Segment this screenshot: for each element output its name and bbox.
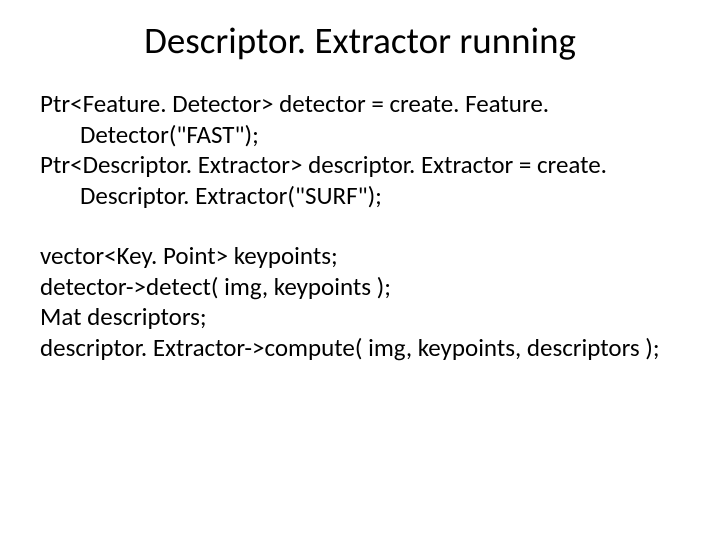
code-line: Mat descriptors; bbox=[40, 302, 680, 333]
code-line: Ptr<Feature. Detector> detector = create… bbox=[40, 89, 680, 150]
slide-title: Descriptor. Extractor running bbox=[40, 18, 680, 63]
code-line: descriptor. Extractor->compute( img, key… bbox=[40, 333, 680, 364]
code-line: vector<Key. Point> keypoints; bbox=[40, 241, 680, 272]
code-line: detector->detect( img, keypoints ); bbox=[40, 272, 680, 303]
code-line: Ptr<Descriptor. Extractor> descriptor. E… bbox=[40, 150, 680, 211]
code-block: Ptr<Feature. Detector> detector = create… bbox=[40, 89, 680, 363]
blank-line bbox=[40, 211, 680, 241]
slide: Descriptor. Extractor running Ptr<Featur… bbox=[0, 0, 720, 540]
